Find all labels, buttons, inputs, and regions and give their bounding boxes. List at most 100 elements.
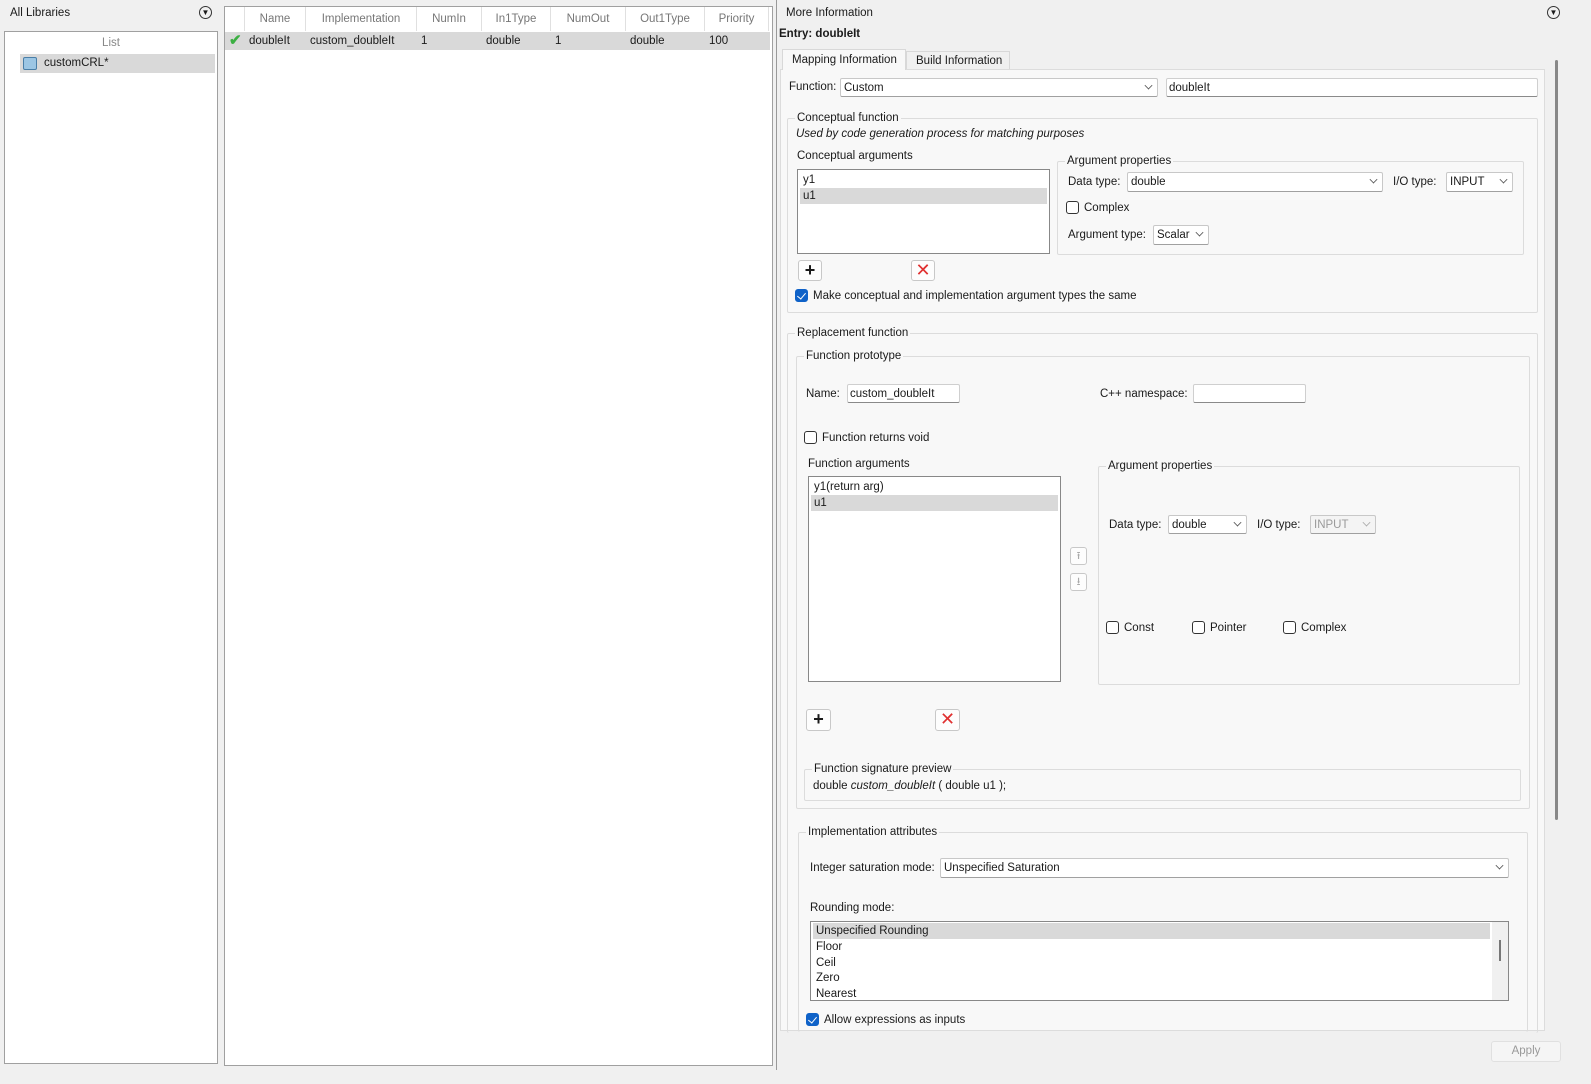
column-header[interactable]: In1Type — [482, 7, 551, 31]
chevron-down-icon — [1499, 175, 1508, 184]
column-header[interactable]: NumIn — [417, 7, 482, 31]
group-title: Conceptual function — [795, 111, 901, 125]
argument-type-dropdown[interactable]: Scalar — [1153, 225, 1209, 245]
signature-preview: double custom_doubleIt ( double u1 ); — [813, 780, 1007, 792]
returns-void-checkbox[interactable] — [804, 431, 817, 444]
library-list[interactable]: List customCRL* — [4, 31, 218, 1064]
list-header: List — [102, 37, 120, 49]
panel-scrollbar[interactable] — [1555, 60, 1558, 820]
rounding-scrollbar[interactable] — [1492, 922, 1508, 1000]
table-row[interactable]: ✔ doubleIt custom_doubleIt 1 double 1 do… — [225, 32, 770, 50]
namespace-input[interactable] — [1193, 384, 1306, 403]
function-argument-properties-group: Argument properties — [1098, 459, 1520, 685]
complex-label: Complex — [1084, 202, 1130, 214]
const-label: Const — [1124, 622, 1155, 634]
list-item[interactable]: u1 — [811, 495, 1058, 511]
namespace-label: C++ namespace: — [1100, 388, 1188, 400]
collapse-icon[interactable]: ▼ — [1547, 6, 1560, 19]
list-item[interactable]: Zero — [813, 970, 1506, 986]
entries-table: Name Implementation NumIn In1Type NumOut… — [224, 6, 773, 1066]
delete-argument-button[interactable]: ✕ — [911, 260, 935, 281]
library-label: customCRL* — [44, 57, 109, 69]
function-data-type-dropdown[interactable]: double — [1168, 515, 1247, 534]
cell-priority: 100 — [709, 35, 729, 47]
tab-build-information[interactable]: Build Information — [906, 51, 1010, 70]
list-item[interactable]: u1 — [800, 188, 1047, 204]
add-argument-button[interactable]: + — [798, 260, 822, 281]
argument-type-label: Argument type: — [1068, 229, 1146, 241]
complex-checkbox[interactable] — [1066, 201, 1079, 214]
close-icon: ✕ — [915, 260, 931, 280]
column-header[interactable]: Name — [245, 7, 306, 31]
cell-in1type: double — [486, 35, 521, 47]
apply-button[interactable]: Apply — [1491, 1041, 1561, 1062]
table-header: Name Implementation NumIn In1Type NumOut… — [225, 7, 772, 31]
conceptual-args-label: Conceptual arguments — [797, 150, 913, 162]
cell-numin: 1 — [421, 35, 428, 47]
list-item[interactable]: y1 — [800, 172, 1047, 188]
returns-void-label: Function returns void — [822, 432, 930, 444]
chevron-down-icon — [1495, 861, 1504, 870]
add-function-argument-button[interactable]: + — [806, 709, 831, 731]
library-icon — [23, 57, 37, 70]
arrow-up-icon: ⭱ — [1076, 550, 1081, 562]
column-header[interactable]: Priority — [705, 7, 769, 31]
more-info-title: More Information — [786, 7, 873, 19]
io-type-label: I/O type: — [1393, 176, 1437, 188]
name-label: Name: — [806, 388, 840, 400]
function-label: Function: — [789, 81, 837, 93]
allow-expressions-label: Allow expressions as inputs — [824, 1014, 966, 1026]
collapse-icon[interactable]: ▼ — [199, 6, 212, 19]
chevron-down-icon — [1195, 228, 1204, 237]
saturation-label: Integer saturation mode: — [810, 862, 935, 874]
plus-icon: + — [804, 260, 816, 280]
column-header[interactable]: Out1Type — [626, 7, 705, 31]
arrow-down-icon: ⭳ — [1076, 576, 1081, 588]
plus-icon: + — [813, 709, 824, 729]
cell-name: doubleIt — [249, 35, 290, 47]
tab-mapping-information[interactable]: Mapping Information — [782, 49, 906, 70]
function-name-input[interactable]: doubleIt — [1166, 78, 1538, 97]
pointer-checkbox[interactable] — [1192, 621, 1205, 634]
move-down-button[interactable]: ⭳ — [1070, 573, 1087, 591]
chevron-down-icon — [1369, 175, 1378, 184]
allow-expressions-checkbox[interactable] — [806, 1013, 819, 1026]
function-dropdown[interactable]: Custom — [840, 78, 1158, 97]
move-up-button[interactable]: ⭱ — [1070, 547, 1087, 565]
saturation-dropdown[interactable]: Unspecified Saturation — [940, 858, 1509, 878]
valid-check-icon: ✔ — [229, 32, 242, 49]
rounding-list[interactable]: Unspecified Rounding Floor Ceil Zero Nea… — [810, 921, 1509, 1001]
list-item[interactable]: Unspecified Rounding — [813, 923, 1490, 939]
cell-numout: 1 — [555, 35, 562, 47]
const-checkbox[interactable] — [1106, 621, 1119, 634]
function-complex-checkbox[interactable] — [1283, 621, 1296, 634]
function-io-type-dropdown[interactable]: INPUT — [1310, 515, 1376, 534]
chevron-down-icon — [1233, 518, 1242, 527]
list-item[interactable]: Ceil — [813, 955, 1506, 971]
conceptual-note: Used by code generation process for matc… — [796, 128, 1085, 140]
column-header[interactable]: NumOut — [551, 7, 626, 31]
cell-implementation: custom_doubleIt — [310, 35, 395, 47]
list-item[interactable]: y1(return arg) — [811, 479, 1058, 495]
data-type-dropdown[interactable]: double — [1127, 172, 1383, 192]
list-item[interactable]: Floor — [813, 939, 1506, 955]
pointer-label: Pointer — [1210, 622, 1247, 634]
io-type-dropdown[interactable]: INPUT — [1446, 172, 1513, 192]
library-item[interactable]: customCRL* — [20, 54, 215, 73]
rounding-label: Rounding mode: — [810, 902, 895, 914]
io-type-label: I/O type: — [1257, 519, 1301, 531]
close-icon: ✕ — [939, 709, 956, 729]
entry-title: Entry: doubleIt — [779, 28, 861, 40]
cell-out1type: double — [630, 35, 665, 47]
chevron-down-icon — [1362, 518, 1371, 527]
column-header[interactable]: Implementation — [306, 7, 417, 31]
status-column-header[interactable] — [225, 7, 245, 31]
same-types-checkbox[interactable] — [795, 289, 808, 302]
replacement-name-input[interactable]: custom_doubleIt — [847, 384, 960, 403]
delete-function-argument-button[interactable]: ✕ — [935, 709, 960, 731]
conceptual-args-list[interactable]: y1 u1 — [797, 169, 1050, 254]
libraries-title: All Libraries — [10, 7, 71, 19]
function-args-list[interactable]: y1(return arg) u1 — [808, 476, 1061, 682]
list-item[interactable]: Nearest — [813, 986, 1506, 1000]
function-complex-label: Complex — [1301, 622, 1347, 634]
